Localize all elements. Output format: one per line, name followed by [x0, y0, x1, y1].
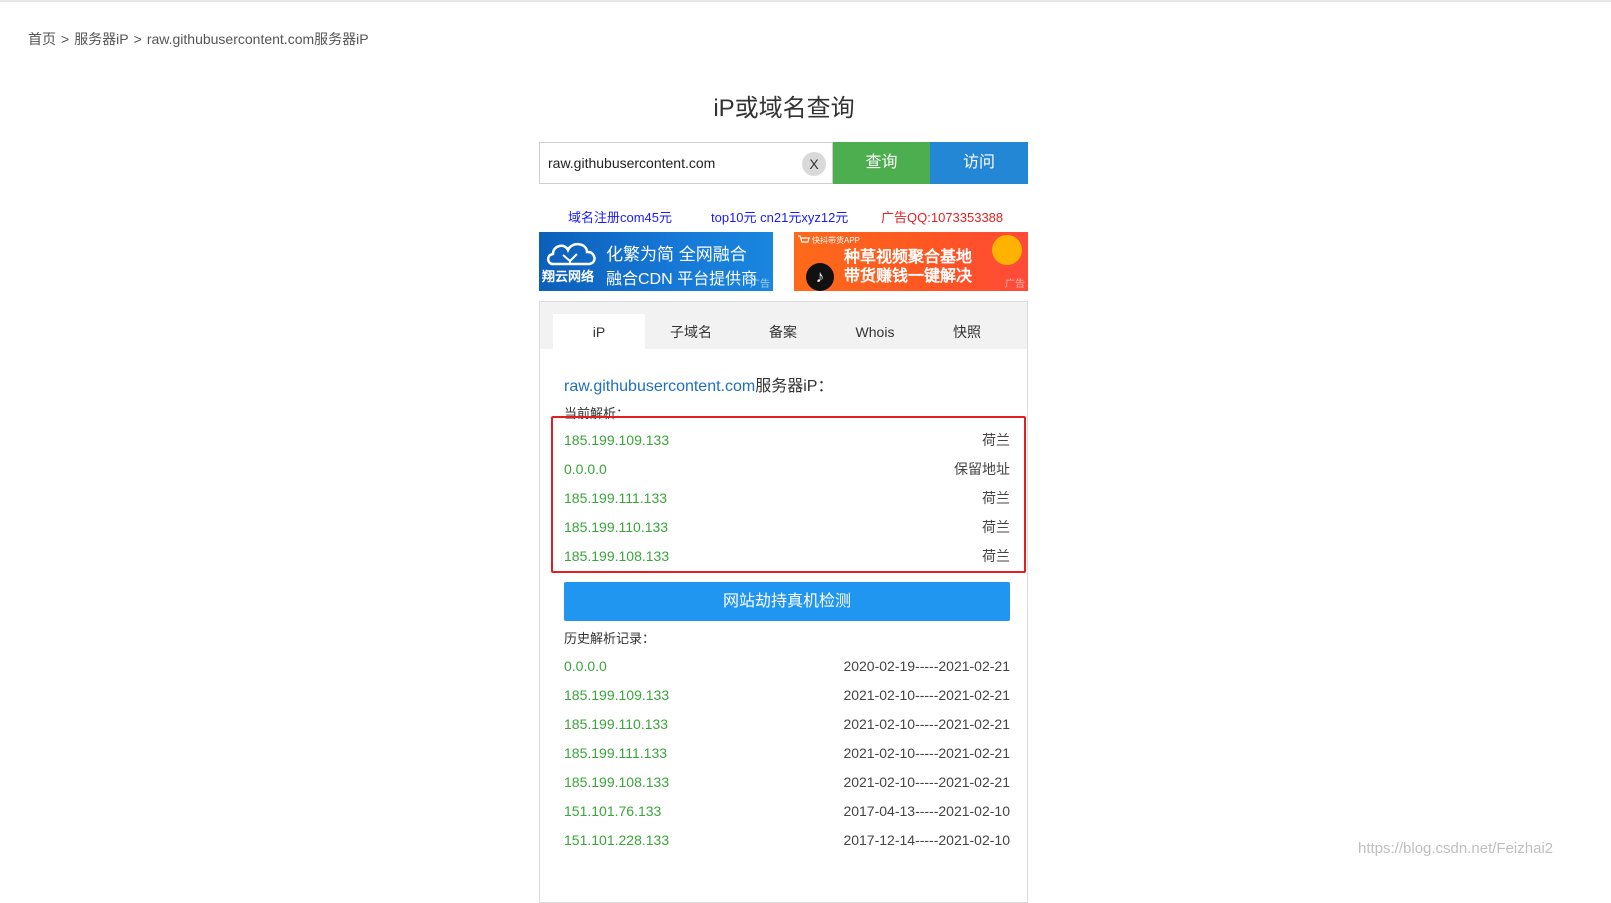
tab-bar: iP 子域名 备案 Whois 快照 [540, 302, 1027, 349]
result-title: raw.githubusercontent.com服务器iP： [564, 372, 833, 396]
ad-banner-cdn[interactable]: 翔云网络 化繁为简 全网融合 融合CDN 平台提供商 广告 [539, 232, 773, 291]
clear-search-button[interactable]: X [802, 152, 826, 176]
current-ip-row: 185.199.111.133 荷兰 [564, 488, 1010, 508]
ip-address-link[interactable]: 0.0.0.0 [564, 459, 607, 479]
ip-address-link[interactable]: 151.101.228.133 [564, 830, 669, 850]
ad-tag: 广告 [1005, 279, 1025, 290]
history-date-range: 2021-02-10-----2021-02-21 [843, 774, 1010, 790]
history-date-range: 2021-02-10-----2021-02-21 [843, 745, 1010, 761]
banner-brand: 翔云网络 [542, 269, 595, 284]
history-row: 151.101.76.133 2017-04-13-----2021-02-10 [564, 801, 1010, 821]
banner-subline: 带货赚钱一键解决 [844, 268, 973, 285]
watermark: https://blog.csdn.net/Feizhai2 [1358, 840, 1554, 857]
result-title-suffix: 服务器iP： [755, 378, 834, 395]
ip-address-link[interactable]: 185.199.109.133 [564, 685, 669, 705]
ip-address-link[interactable]: 185.199.111.133 [564, 743, 667, 763]
current-ip-row: 185.199.109.133 荷兰 [564, 430, 1010, 450]
cart-icon [798, 235, 810, 243]
ip-address-link[interactable]: 151.101.76.133 [564, 801, 661, 821]
history-row: 185.199.109.133 2021-02-10-----2021-02-2… [564, 685, 1010, 705]
query-button[interactable]: 查询 [833, 142, 930, 184]
history-date-range: 2020-02-19-----2021-02-21 [843, 658, 1010, 674]
banner-subline: 融合CDN 平台提供商 [606, 271, 758, 288]
result-panel: iP 子域名 备案 Whois 快照 raw.githubusercontent… [539, 301, 1028, 903]
history-row: 0.0.0.0 2020-02-19-----2021-02-21 [564, 656, 1010, 676]
ad-link-domain-prices[interactable]: top10元 cn21元xyz12元 [711, 207, 848, 226]
history-row: 151.101.228.133 2017-12-14-----2021-02-1… [564, 830, 1010, 850]
history-date-range: 2017-12-14-----2021-02-10 [843, 832, 1010, 848]
ip-location: 荷兰 [982, 432, 1010, 448]
history-row: 185.199.110.133 2021-02-10-----2021-02-2… [564, 714, 1010, 734]
breadcrumb-current: raw.githubusercontent.com服务器iP [146, 31, 369, 47]
top-divider [0, 0, 1611, 2]
tiktok-icon: ♪ [806, 263, 834, 291]
banner-headline: 化繁为简 全网融合 [606, 245, 747, 264]
ip-address-link[interactable]: 0.0.0.0 [564, 656, 607, 676]
history-label: 历史解析记录： [564, 631, 656, 646]
tab-whois[interactable]: Whois [829, 314, 921, 349]
current-ip-row: 0.0.0.0 保留地址 [564, 459, 1010, 479]
ip-address-link[interactable]: 185.199.111.133 [564, 488, 667, 508]
current-ip-row: 185.199.108.133 荷兰 [564, 546, 1010, 566]
search-input[interactable] [548, 143, 798, 183]
ip-location: 荷兰 [982, 548, 1010, 564]
search-bar: X 查询 访问 [539, 142, 1028, 184]
ip-address-link[interactable]: 185.199.109.133 [564, 430, 669, 450]
history-row: 185.199.111.133 2021-02-10-----2021-02-2… [564, 743, 1010, 763]
tab-ip[interactable]: iP [553, 314, 645, 349]
breadcrumb: 首页 > 服务器iP > raw.githubusercontent.com服务器iP [28, 29, 369, 49]
tab-icp[interactable]: 备案 [737, 314, 829, 349]
ip-address-link[interactable]: 185.199.108.133 [564, 772, 669, 792]
ip-address-link[interactable]: 185.199.108.133 [564, 546, 669, 566]
ip-location: 荷兰 [982, 519, 1010, 535]
page-title: iP或域名查询 [713, 95, 855, 122]
history-date-range: 2017-04-13-----2021-02-10 [843, 803, 1010, 819]
history-row: 185.199.108.133 2021-02-10-----2021-02-2… [564, 772, 1010, 792]
tab-snapshot[interactable]: 快照 [921, 314, 1013, 349]
breadcrumb-home-link[interactable]: 首页 [28, 31, 56, 47]
visit-button[interactable]: 访问 [930, 142, 1028, 184]
tab-subdomain[interactable]: 子域名 [645, 314, 737, 349]
result-domain-link[interactable]: raw.githubusercontent.com [564, 378, 755, 395]
ad-link-domain-register[interactable]: 域名注册com45元 [568, 207, 672, 226]
search-box: X [539, 142, 833, 184]
ad-link-contact-qq[interactable]: 广告QQ:1073353388 [881, 207, 1003, 226]
ip-address-link[interactable]: 185.199.110.133 [564, 517, 668, 537]
app-badge-icon [992, 235, 1022, 265]
hijack-check-button[interactable]: 网站劫持真机检测 [564, 582, 1010, 621]
breadcrumb-separator: > [133, 31, 142, 47]
breadcrumb-section-link[interactable]: 服务器iP [74, 31, 128, 47]
current-ip-row: 185.199.110.133 荷兰 [564, 517, 1010, 537]
history-date-range: 2021-02-10-----2021-02-21 [843, 687, 1010, 703]
ad-banner-video[interactable]: 快抖带货APP 种草视频聚合基地 带货赚钱一键解决 ♪ 广告 [794, 232, 1028, 291]
history-date-range: 2021-02-10-----2021-02-21 [843, 716, 1010, 732]
ip-location: 荷兰 [982, 490, 1010, 506]
ip-location: 保留地址 [954, 461, 1010, 477]
ad-tag: 广告 [750, 279, 770, 290]
ip-address-link[interactable]: 185.199.110.133 [564, 714, 668, 734]
breadcrumb-separator: > [61, 31, 70, 47]
